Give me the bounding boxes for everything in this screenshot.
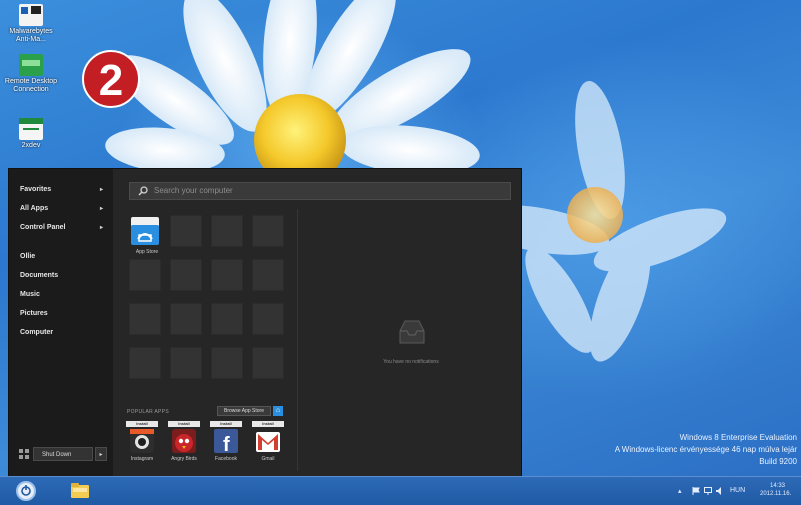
empty-tile[interactable] [170, 215, 202, 247]
desktop-icon-label: Remote Desktop Connection [4, 78, 58, 93]
empty-tile[interactable] [252, 347, 284, 379]
start-button[interactable] [16, 481, 36, 501]
empty-tile[interactable] [170, 259, 202, 291]
app-name: Gmail [261, 456, 275, 462]
angry-bird-icon [171, 428, 197, 454]
watermark-line: A Windows-licenc érvényessége 46 nap múl… [614, 445, 797, 454]
empty-tile[interactable] [129, 259, 161, 291]
panel-divider [297, 209, 298, 471]
desktop-icon-remote-desktop[interactable]: Remote Desktop Connection [4, 54, 58, 94]
search-input[interactable]: Search your computer [129, 182, 511, 200]
windows-watermark: Windows 8 Enterprise Evaluation A Window… [557, 432, 797, 468]
popular-apps-heading: POPULAR APPS [127, 409, 169, 415]
clock-time: 14:33 [770, 483, 786, 489]
inbox-tray-icon [399, 320, 425, 344]
desktop-icon-2xdev[interactable]: 2xdev [4, 118, 58, 150]
clock[interactable]: 14:33 2012.11.16. [760, 482, 800, 498]
start-menu-nav: Favorites ▸ All Apps ▸ Control Panel ▸ O… [9, 169, 113, 477]
empty-tile[interactable] [211, 215, 243, 247]
nav-item-label: Ollie [20, 253, 36, 260]
desktop-icon-label: Malwarebytes Anti-Ma... [9, 28, 53, 43]
desktop-icon-label: 2xdev [21, 142, 41, 149]
empty-tile[interactable] [211, 347, 243, 379]
empty-tile[interactable] [129, 347, 161, 379]
camera-icon [129, 428, 155, 454]
nav-item-computer[interactable]: Computer [9, 324, 113, 342]
chevron-right-icon: ▸ [99, 187, 103, 193]
app-store-label: App Store [135, 249, 159, 255]
watermark-line: Build 9200 [759, 457, 797, 466]
search-placeholder: Search your computer [154, 186, 233, 195]
app-store-icon [131, 217, 159, 245]
install-button[interactable]: Install [210, 421, 242, 427]
empty-tile[interactable] [170, 303, 202, 335]
nav-item-label: Favorites [20, 186, 52, 193]
all-apps-grid-icon[interactable] [19, 449, 29, 459]
shut-down-options-button[interactable]: ▸ [95, 447, 107, 461]
nav-item-favorites[interactable]: Favorites ▸ [9, 181, 113, 199]
flag-icon[interactable] [692, 487, 700, 495]
facebook-icon: f [213, 428, 239, 456]
browse-app-store-button[interactable]: Browse App Store [217, 406, 271, 416]
app-name: Angry Birds [171, 456, 197, 462]
empty-tile[interactable] [252, 303, 284, 335]
start-menu: Favorites ▸ All Apps ▸ Control Panel ▸ O… [8, 168, 522, 478]
clock-date: 2012.11.16. [760, 491, 792, 497]
chevron-right-icon: ▸ [99, 225, 103, 231]
nav-item-all-apps[interactable]: All Apps ▸ [9, 200, 113, 218]
empty-tile[interactable] [211, 259, 243, 291]
desktop-icon-malwarebytes[interactable]: Malwarebytes Anti-Ma... [4, 4, 58, 44]
empty-tile[interactable] [129, 303, 161, 335]
install-button[interactable]: Install [168, 421, 200, 427]
nav-item-label: Computer [20, 329, 54, 336]
nav-item-user[interactable]: Ollie [9, 248, 113, 266]
empty-tile[interactable] [252, 215, 284, 247]
nav-item-label: Documents [20, 272, 59, 279]
volume-icon[interactable] [716, 487, 724, 495]
nav-item-documents[interactable]: Documents [9, 267, 113, 285]
popular-app-facebook[interactable]: Install f Facebook [209, 421, 243, 462]
empty-tile[interactable] [170, 347, 202, 379]
nav-item-label: All Apps [20, 205, 49, 212]
spreadsheet-icon [19, 118, 43, 140]
nav-item-pictures[interactable]: Pictures [9, 305, 113, 323]
nav-item-control-panel[interactable]: Control Panel ▸ [9, 219, 113, 237]
shut-down-button[interactable]: Shut Down [33, 447, 93, 461]
app-name: Facebook [215, 456, 237, 462]
taskbar: ▴ HUN 14:33 2012.11.16. [0, 476, 801, 505]
nav-item-label: Control Panel [20, 224, 66, 231]
popular-app-angry-birds[interactable]: Install Angry Birds [167, 421, 201, 462]
show-hidden-icons-button[interactable]: ▴ [678, 487, 682, 495]
nav-item-music[interactable]: Music [9, 286, 113, 304]
install-button[interactable]: Install [252, 421, 284, 427]
chevron-right-icon: ▸ [99, 206, 103, 212]
app-store-small-icon[interactable]: ⌂ [273, 406, 283, 416]
nav-item-label: Pictures [20, 310, 48, 317]
svg-text:f: f [223, 434, 230, 454]
language-indicator[interactable]: HUN [730, 487, 745, 494]
install-button[interactable]: Install [126, 421, 158, 427]
notifications-empty-text: You have no notifications [383, 359, 439, 365]
empty-tile[interactable] [252, 259, 284, 291]
app-name: Instagram [130, 456, 154, 462]
nav-item-label: Music [20, 291, 40, 298]
empty-tile[interactable] [211, 303, 243, 335]
network-icon[interactable] [704, 487, 712, 495]
popular-app-gmail[interactable]: Install Gmail [251, 421, 285, 462]
power-icon [21, 485, 31, 496]
gmail-icon [255, 428, 281, 454]
popular-app-instagram[interactable]: Install Instagram [125, 421, 159, 462]
shortcut-icon [19, 4, 43, 26]
watermark-line: Windows 8 Enterprise Evaluation [679, 433, 797, 442]
file-explorer-icon[interactable] [70, 482, 90, 499]
search-icon [138, 186, 148, 196]
network-icon [19, 54, 43, 76]
step-number-badge: 2 [82, 50, 140, 108]
app-store-tile[interactable] [129, 215, 161, 247]
